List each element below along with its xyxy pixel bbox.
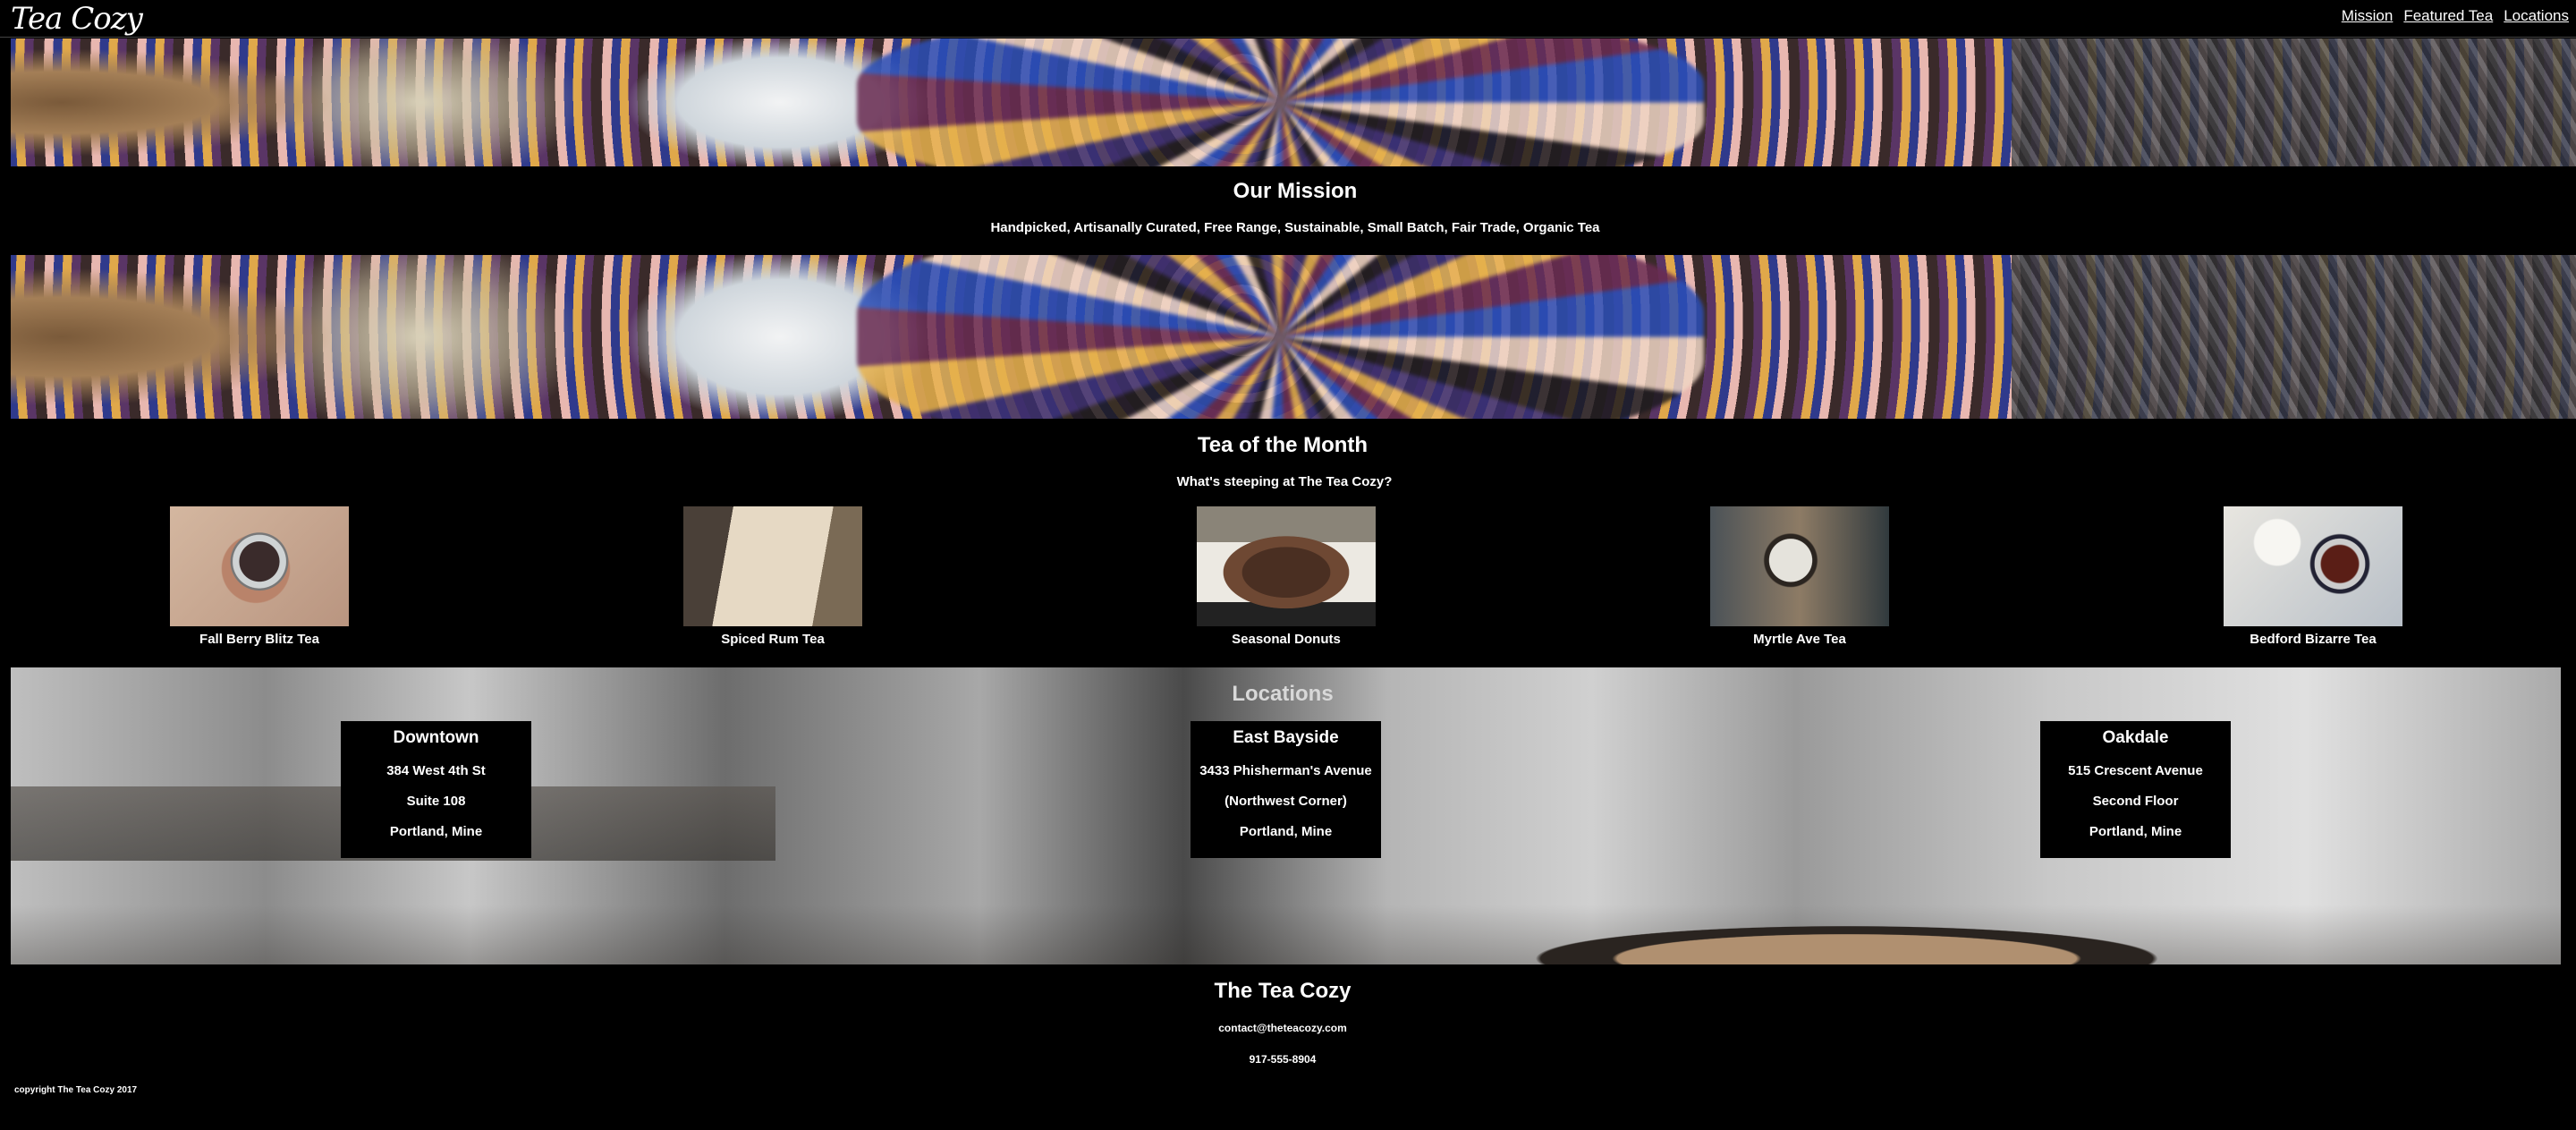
mission-title: Our Mission — [1233, 179, 1358, 203]
tea-image — [1197, 506, 1376, 626]
tea-card: Fall Berry Blitz Tea — [170, 506, 349, 647]
tea-of-month-title: Tea of the Month — [1197, 433, 1368, 457]
tea-image — [1710, 506, 1889, 626]
tea-card: Seasonal Donuts — [1197, 506, 1376, 647]
tea-card: Bedford Bizarre Tea — [2224, 506, 2402, 647]
location-name: East Bayside — [1233, 728, 1339, 747]
location-address-line: 384 West 4th St — [386, 763, 486, 778]
location-name: Oakdale — [2102, 728, 2169, 747]
location-card-oakdale: Oakdale 515 Crescent Avenue Second Floor… — [2040, 721, 2231, 858]
tea-name: Bedford Bizarre Tea — [2250, 632, 2377, 647]
nav-link-featured-tea[interactable]: Featured Tea — [2403, 7, 2493, 25]
location-address-line: Second Floor — [2092, 794, 2179, 809]
locations-title: Locations — [1232, 682, 1334, 706]
nav-link-mission[interactable]: Mission — [2342, 7, 2394, 25]
location-address-line: 515 Crescent Avenue — [2068, 763, 2203, 778]
footer-title: The Tea Cozy — [1214, 979, 1352, 1003]
tea-image — [683, 506, 862, 626]
hero-tea-image — [11, 38, 2576, 166]
site-header: Tea Cozy Mission Featured Tea Locations — [0, 0, 2576, 38]
location-address-line: Portland, Mine — [2089, 824, 2182, 839]
tea-card: Myrtle Ave Tea — [1710, 506, 1889, 647]
tea-card: Spiced Rum Tea — [683, 506, 862, 647]
site-logo[interactable]: Tea Cozy — [11, 0, 143, 38]
location-card-downtown: Downtown 384 West 4th St Suite 108 Portl… — [341, 721, 531, 858]
mission-tea-image — [11, 255, 2576, 419]
main-nav: Mission Featured Tea Locations — [2342, 7, 2569, 25]
tea-name: Fall Berry Blitz Tea — [199, 632, 319, 647]
tea-name: Myrtle Ave Tea — [1753, 632, 1846, 647]
location-address-line: Portland, Mine — [1239, 824, 1333, 839]
copyright-text: copyright The Tea Cozy 2017 — [14, 1085, 138, 1095]
tea-name: Spiced Rum Tea — [721, 632, 825, 647]
location-address-line: (Northwest Corner) — [1224, 794, 1347, 809]
location-name: Downtown — [393, 728, 479, 747]
location-address-line: 3433 Phisherman's Avenue — [1199, 763, 1372, 778]
location-card-east-bayside: East Bayside 3433 Phisherman's Avenue (N… — [1191, 721, 1381, 858]
footer-email: contact@theteacozy.com — [1218, 1022, 1347, 1034]
footer-phone: 917-555-8904 — [1249, 1053, 1317, 1066]
tea-image — [170, 506, 349, 626]
mission-subtitle: Handpicked, Artisanally Curated, Free Ra… — [990, 220, 1600, 235]
tea-name: Seasonal Donuts — [1232, 632, 1341, 647]
tea-image — [2224, 506, 2402, 626]
location-address-line: Portland, Mine — [389, 824, 483, 839]
location-address-line: Suite 108 — [406, 794, 466, 809]
nav-link-locations[interactable]: Locations — [2504, 7, 2569, 25]
tea-of-month-subtitle: What's steeping at The Tea Cozy? — [1176, 474, 1393, 489]
